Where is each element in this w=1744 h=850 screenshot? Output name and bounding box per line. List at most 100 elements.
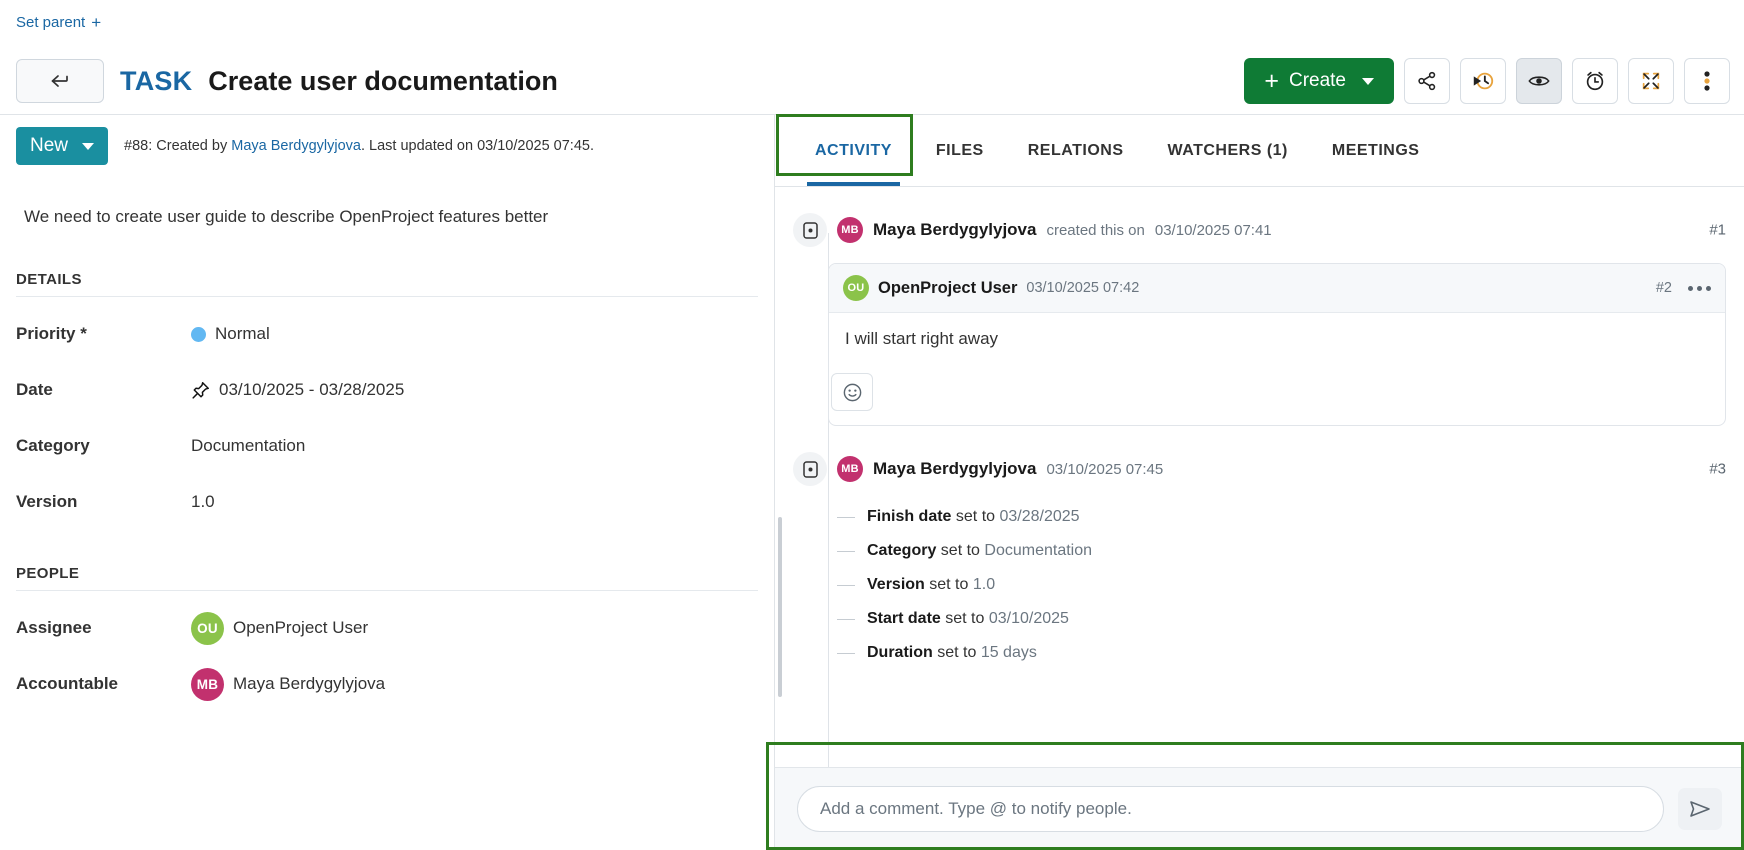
reminder-button[interactable] — [1572, 58, 1618, 104]
comment-input[interactable] — [797, 786, 1664, 832]
activity-action: created this on — [1046, 222, 1144, 239]
activity-number[interactable]: #1 — [1709, 222, 1726, 239]
description-text[interactable]: We need to create user guide to describe… — [16, 175, 758, 227]
work-package-glyph-icon — [803, 222, 818, 239]
bullet-dash-icon — [837, 619, 855, 620]
tab-label: MEETINGS — [1332, 142, 1420, 160]
create-button[interactable]: + Create — [1244, 58, 1394, 104]
tab-label: RELATIONS — [1028, 142, 1124, 160]
breadcrumb: Set parent + — [0, 0, 1744, 48]
change-value: 03/28/2025 — [999, 508, 1079, 525]
chevron-down-icon — [82, 143, 94, 150]
header-left: TASK Create user documentation — [16, 59, 558, 103]
field-value[interactable]: Documentation — [191, 436, 305, 456]
share-button[interactable] — [1404, 58, 1450, 104]
comment-card: OU OpenProject User 03/10/2025 07:42 #2 — [828, 263, 1726, 426]
change-item: Category set to Documentation — [793, 534, 1726, 568]
watch-button[interactable] — [1516, 58, 1562, 104]
page-title-type: TASK — [120, 66, 192, 97]
field-value-text: Maya Berdygylyjova — [233, 674, 385, 694]
activity-history-button[interactable] — [1460, 58, 1506, 104]
field-assignee[interactable]: Assignee OU OpenProject User — [16, 591, 758, 647]
field-label: Date — [16, 380, 191, 400]
activity-scrollbar[interactable] — [778, 517, 782, 697]
avatar: MB — [191, 668, 224, 701]
eye-icon — [1527, 69, 1551, 93]
activity-author[interactable]: Maya Berdygylyjova — [873, 459, 1036, 479]
header-toolbar: + Create — [1244, 58, 1730, 104]
tab-activity[interactable]: ACTIVITY — [793, 115, 914, 186]
fullscreen-button[interactable] — [1628, 58, 1674, 104]
page-header: TASK Create user documentation + Create — [0, 48, 1744, 114]
set-parent-button[interactable]: Set parent + — [16, 14, 101, 31]
field-value[interactable]: 1.0 — [191, 492, 215, 512]
history-icon — [1471, 69, 1495, 93]
status-label: New — [30, 135, 68, 157]
alarm-clock-icon — [1583, 69, 1607, 93]
comment-menu-button[interactable] — [1688, 286, 1711, 291]
change-key: Version — [867, 576, 925, 593]
work-package-glyph-icon — [803, 461, 818, 478]
comment-timestamp: 03/10/2025 07:42 — [1026, 280, 1139, 296]
field-value-text: 03/10/2025 - 03/28/2025 — [219, 380, 404, 400]
change-list: Finish date set to 03/28/2025 Category s… — [793, 500, 1726, 670]
tab-files[interactable]: FILES — [914, 115, 1006, 186]
change-mid: set to — [936, 542, 984, 559]
work-package-details-panel: New #88: Created by Maya Berdygylyjova. … — [0, 115, 775, 850]
field-priority[interactable]: Priority * Normal — [16, 297, 758, 353]
tab-relations[interactable]: RELATIONS — [1006, 115, 1146, 186]
set-parent-label: Set parent — [16, 14, 85, 31]
send-comment-button[interactable] — [1678, 788, 1722, 830]
activity-author[interactable]: Maya Berdygylyjova — [873, 220, 1036, 240]
change-mid: set to — [951, 508, 999, 525]
meta-suffix: . Last updated on 03/10/2025 07:45. — [361, 138, 594, 154]
activity-entry-head: MB Maya Berdygylyjova 03/10/2025 07:45 #… — [793, 452, 1726, 486]
meta-author-link[interactable]: Maya Berdygylyjova — [231, 138, 361, 154]
comment-number[interactable]: #2 — [1656, 280, 1672, 296]
tab-label: ACTIVITY — [815, 142, 892, 160]
more-menu-button[interactable] — [1684, 58, 1730, 104]
field-version[interactable]: Version 1.0 — [16, 465, 758, 521]
back-button[interactable] — [16, 59, 104, 103]
field-date[interactable]: Date 03/10/2025 - 03/28/2025 — [16, 353, 758, 409]
comment-meta: #2 — [1656, 280, 1711, 296]
field-value[interactable]: 03/10/2025 - 03/28/2025 — [191, 380, 404, 400]
work-package-meta: #88: Created by Maya Berdygylyjova. Last… — [124, 138, 594, 154]
change-key: Duration — [867, 644, 933, 661]
create-button-label: Create — [1289, 70, 1346, 92]
page-title: Create user documentation — [208, 66, 558, 97]
tab-meetings[interactable]: MEETINGS — [1310, 115, 1442, 186]
field-label: Version — [16, 492, 191, 512]
comment-author[interactable]: OpenProject User — [878, 279, 1017, 298]
status-button[interactable]: New — [16, 127, 108, 165]
tab-watchers[interactable]: WATCHERS (1) — [1146, 115, 1310, 186]
field-value-text: 1.0 — [191, 492, 215, 512]
comment-text: I will start right away — [829, 313, 1725, 359]
add-reaction-button[interactable] — [831, 373, 873, 411]
page-body: New #88: Created by Maya Berdygylyjova. … — [0, 114, 1744, 850]
change-item: Start date set to 03/10/2025 — [793, 602, 1726, 636]
field-accountable[interactable]: Accountable MB Maya Berdygylyjova — [16, 647, 758, 703]
field-label: Priority * — [16, 324, 191, 344]
priority-dot-icon — [191, 327, 206, 342]
back-arrow-icon — [49, 73, 71, 89]
change-value: Documentation — [984, 542, 1092, 559]
avatar: MB — [837, 456, 863, 482]
tab-label: FILES — [936, 142, 984, 160]
share-icon — [1416, 70, 1438, 92]
activity-number[interactable]: #3 — [1709, 461, 1726, 478]
field-value[interactable]: Normal — [191, 324, 270, 344]
activity-entry: MB Maya Berdygylyjova created this on 03… — [793, 187, 1726, 426]
field-value[interactable]: MB Maya Berdygylyjova — [191, 668, 385, 701]
people-section-title: PEOPLE — [16, 521, 758, 590]
horizontal-dots-icon — [1697, 286, 1702, 291]
change-value: 03/10/2025 — [989, 610, 1069, 627]
field-value[interactable]: OU OpenProject User — [191, 612, 368, 645]
work-package-icon — [793, 452, 827, 486]
status-row: New #88: Created by Maya Berdygylyjova. … — [16, 115, 758, 175]
field-label: Category — [16, 436, 191, 456]
field-value-text: OpenProject User — [233, 618, 368, 638]
change-item: Duration set to 15 days — [793, 636, 1726, 670]
field-category[interactable]: Category Documentation — [16, 409, 758, 465]
activity-stream: MB Maya Berdygylyjova created this on 03… — [775, 187, 1744, 767]
